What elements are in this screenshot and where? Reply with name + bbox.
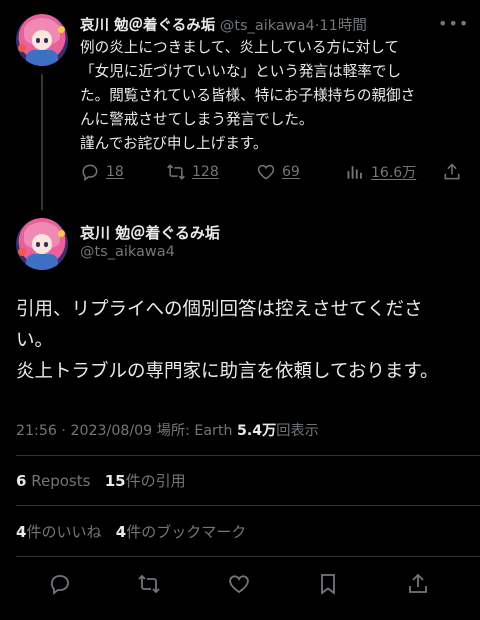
bookmark-button[interactable] — [314, 570, 342, 598]
quotes-count: 15 — [104, 472, 126, 490]
views-count: 5.4万 — [236, 423, 277, 439]
author-name[interactable]: 哀川 勉＠着ぐるみ垢 — [80, 18, 215, 34]
divider — [16, 505, 480, 506]
repost-button[interactable]: 128 — [166, 158, 219, 186]
more-icon[interactable]: ••• — [438, 14, 469, 33]
share-button[interactable] — [442, 158, 462, 186]
bookmarks-count: 4 — [115, 523, 127, 541]
like-button[interactable] — [225, 570, 253, 598]
tweet-actions: 18 128 69 16.6万 — [80, 158, 470, 186]
tweet-time[interactable]: 21:56 — [16, 423, 57, 439]
repost-count: 128 — [192, 164, 219, 180]
thread-line — [41, 74, 43, 210]
share-icon — [409, 573, 427, 593]
repost-icon — [167, 164, 185, 180]
bookmarks-label: 件のブックマーク — [126, 523, 247, 541]
views-icon — [347, 166, 362, 179]
tweet-text: 例の炎上につきまして、炎上している方に対して 「女児に近づけていいな」という発言… — [80, 36, 468, 156]
reposts-stat[interactable]: 6 Reposts — [16, 472, 90, 490]
divider — [16, 556, 480, 557]
tweet-text-line: 炎上トラブルの専門家に助言を依頼しております。 — [16, 361, 439, 382]
reply-icon — [51, 575, 69, 595]
author-name[interactable]: 哀川 勉＠着ぐるみ垢 — [80, 222, 220, 243]
like-count: 69 — [282, 164, 300, 180]
views-count: 16.6万 — [371, 165, 417, 181]
divider — [16, 455, 480, 456]
tweet-text-line: 謹んでお詫び申し上げます。 — [80, 135, 268, 152]
tweet-actions — [0, 566, 480, 602]
quotes-stat[interactable]: 15件の引用 — [105, 472, 186, 490]
tweet-text-line: 引用、リプライへの個別回答は控えさせてくださ — [16, 299, 423, 320]
reply-button[interactable] — [46, 570, 74, 598]
likes-stat[interactable]: 4件のいいね — [16, 523, 101, 541]
share-icon — [444, 163, 460, 180]
reply-count: 18 — [106, 164, 124, 180]
tweet-text-line: た。閲覧されている皆様、特にお子様持ちの親御さ — [80, 87, 416, 104]
tweet-text-line: 「女児に近づけていいな」という発言は軽率でし — [80, 63, 402, 80]
views-button[interactable]: 16.6万 — [345, 158, 416, 186]
views-label: 回表示 — [276, 423, 319, 439]
author-handle[interactable]: @ts_aikawa4 — [80, 244, 175, 260]
engagement-stats: 4件のいいね 4件のブックマーク — [16, 521, 246, 542]
share-button[interactable] — [404, 570, 432, 598]
reply-button[interactable]: 18 — [80, 158, 124, 186]
tweet-text-line: 例の炎上につきまして、炎上している方に対して — [80, 39, 400, 56]
author-handle[interactable]: @ts_aikawa4 — [220, 18, 315, 34]
tweet-text-line: い。 — [16, 330, 54, 351]
tweet-text-line: んに警戒させてしまう発言でした。 — [80, 111, 314, 128]
bookmark-icon — [321, 574, 335, 595]
likes-count: 4 — [16, 523, 27, 541]
tweet-text: 引用、リプライへの個別回答は控えさせてくださ い。 炎上トラブルの専門家に助言を… — [16, 294, 466, 387]
tweet-meta: 21:56 · 2023/08/09 場所: Earth 5.4万回表示 — [16, 423, 319, 439]
like-button[interactable]: 69 — [256, 158, 300, 186]
repost-icon — [138, 574, 160, 594]
reposts-count: 6 — [16, 472, 27, 490]
quotes-label: 件の引用 — [125, 472, 186, 490]
repost-button[interactable] — [135, 570, 163, 598]
tweet-time[interactable]: 11時間 — [319, 18, 366, 34]
like-icon — [229, 575, 249, 594]
bookmarks-stat[interactable]: 4件のブックマーク — [116, 523, 246, 541]
tweet-header: 哀川 勉＠着ぐるみ垢 @ts_aikawa4·11時間 — [80, 14, 367, 35]
like-icon — [257, 164, 275, 180]
avatar[interactable] — [16, 218, 68, 270]
engagement-stats: 6 Reposts 15件の引用 — [16, 470, 186, 491]
reposts-label: Reposts — [31, 472, 91, 490]
avatar[interactable] — [16, 14, 68, 66]
tweet-location: 場所: Earth — [156, 423, 233, 439]
likes-label: 件のいいね — [26, 523, 102, 541]
reply-icon — [82, 164, 98, 181]
tweet-date[interactable]: 2023/08/09 — [70, 423, 152, 439]
